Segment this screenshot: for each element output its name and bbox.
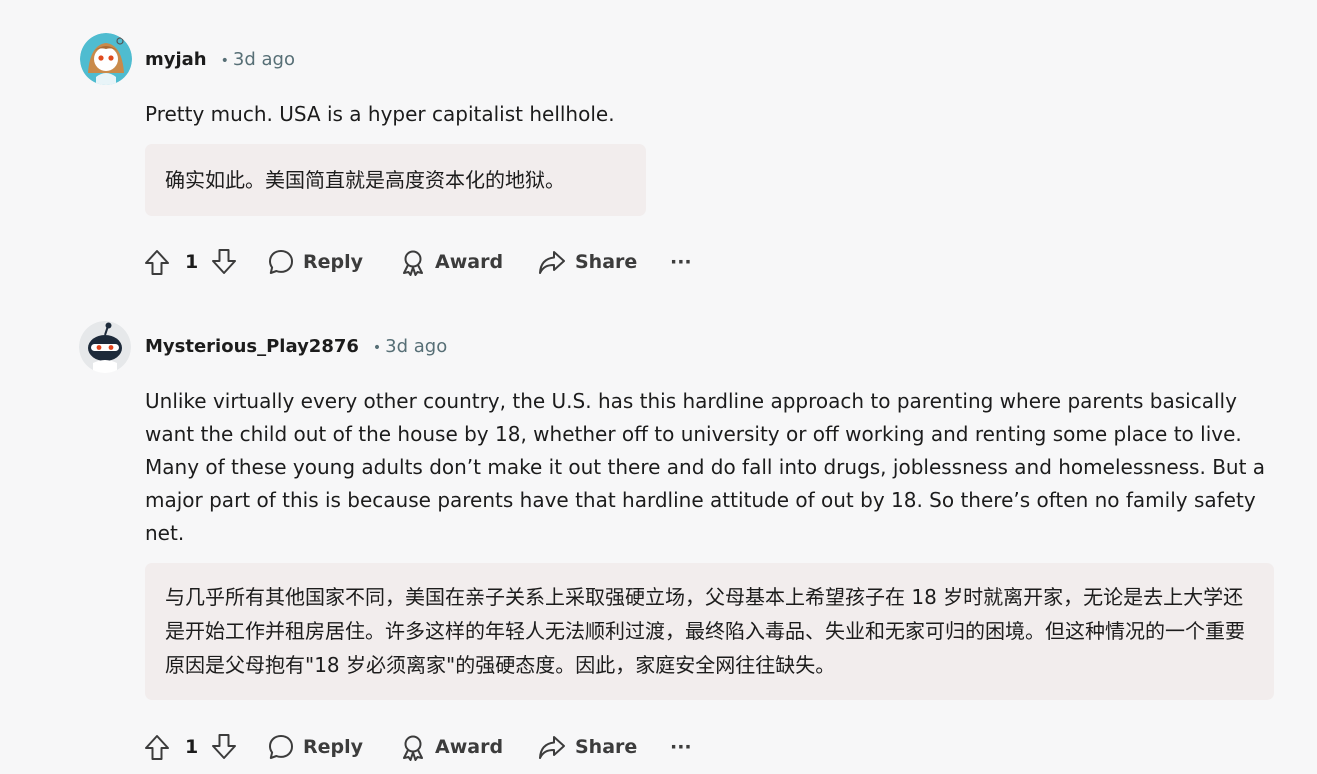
translation-box: 确实如此。美国简直就是高度资本化的地狱。 xyxy=(145,144,646,216)
meta-separator: • xyxy=(220,53,229,69)
downvote-icon[interactable] xyxy=(210,732,238,762)
timestamp[interactable]: 3d ago xyxy=(385,336,447,357)
reply-button[interactable]: Reply xyxy=(267,242,363,282)
more-options-icon: ··· xyxy=(670,736,692,758)
award-label: Award xyxy=(435,736,504,758)
share-arrow-icon xyxy=(537,733,567,761)
share-label: Share xyxy=(575,251,638,273)
more-options-icon: ··· xyxy=(670,251,692,273)
more-options-button[interactable]: ··· xyxy=(670,242,692,282)
author-name[interactable]: Mysterious_Play2876 xyxy=(145,336,359,357)
timestamp[interactable]: 3d ago xyxy=(233,49,295,70)
more-options-button[interactable]: ··· xyxy=(670,727,692,767)
vote-count: 1 xyxy=(185,736,199,758)
meta-separator: • xyxy=(372,340,382,356)
anime-girl-avatar-icon xyxy=(80,33,132,85)
award-label: Award xyxy=(435,251,504,273)
avatar[interactable] xyxy=(79,321,131,373)
award-button[interactable]: Award xyxy=(399,242,503,282)
award-button[interactable]: Award xyxy=(399,727,503,767)
comment-bubble-icon xyxy=(267,733,295,761)
avatar[interactable] xyxy=(80,33,132,85)
comment-actions: 1 Reply Award Share ··· xyxy=(0,242,1317,282)
upvote-icon[interactable] xyxy=(143,247,171,277)
vote-count: 1 xyxy=(185,251,199,273)
award-icon xyxy=(399,248,427,276)
award-icon xyxy=(399,733,427,761)
share-button[interactable]: Share xyxy=(537,242,637,282)
translation-box: 与几乎所有其他国家不同，美国在亲子关系上采取强硬立场，父母基本上希望孩子在 18… xyxy=(145,563,1274,700)
upvote-icon[interactable] xyxy=(143,732,171,762)
comment-meta: myjah • 3d ago xyxy=(145,49,295,70)
share-button[interactable]: Share xyxy=(537,727,637,767)
vote-group: 1 xyxy=(143,242,238,282)
comment-meta: Mysterious_Play2876 • 3d ago xyxy=(145,336,447,357)
comment-bubble-icon xyxy=(267,248,295,276)
share-arrow-icon xyxy=(537,248,567,276)
author-name[interactable]: myjah xyxy=(145,49,207,70)
comment-text: Unlike virtually every other country, th… xyxy=(145,389,1266,545)
downvote-icon[interactable] xyxy=(210,247,238,277)
comment-text: Pretty much. USA is a hyper capitalist h… xyxy=(145,102,615,126)
reply-label: Reply xyxy=(303,251,364,273)
comment-actions: 1 Reply Award Share ··· xyxy=(0,727,1317,767)
share-label: Share xyxy=(575,736,638,758)
vote-group: 1 xyxy=(143,727,238,767)
snoo-ninja-avatar-icon xyxy=(79,321,131,373)
reply-button[interactable]: Reply xyxy=(267,727,363,767)
reply-label: Reply xyxy=(303,736,364,758)
